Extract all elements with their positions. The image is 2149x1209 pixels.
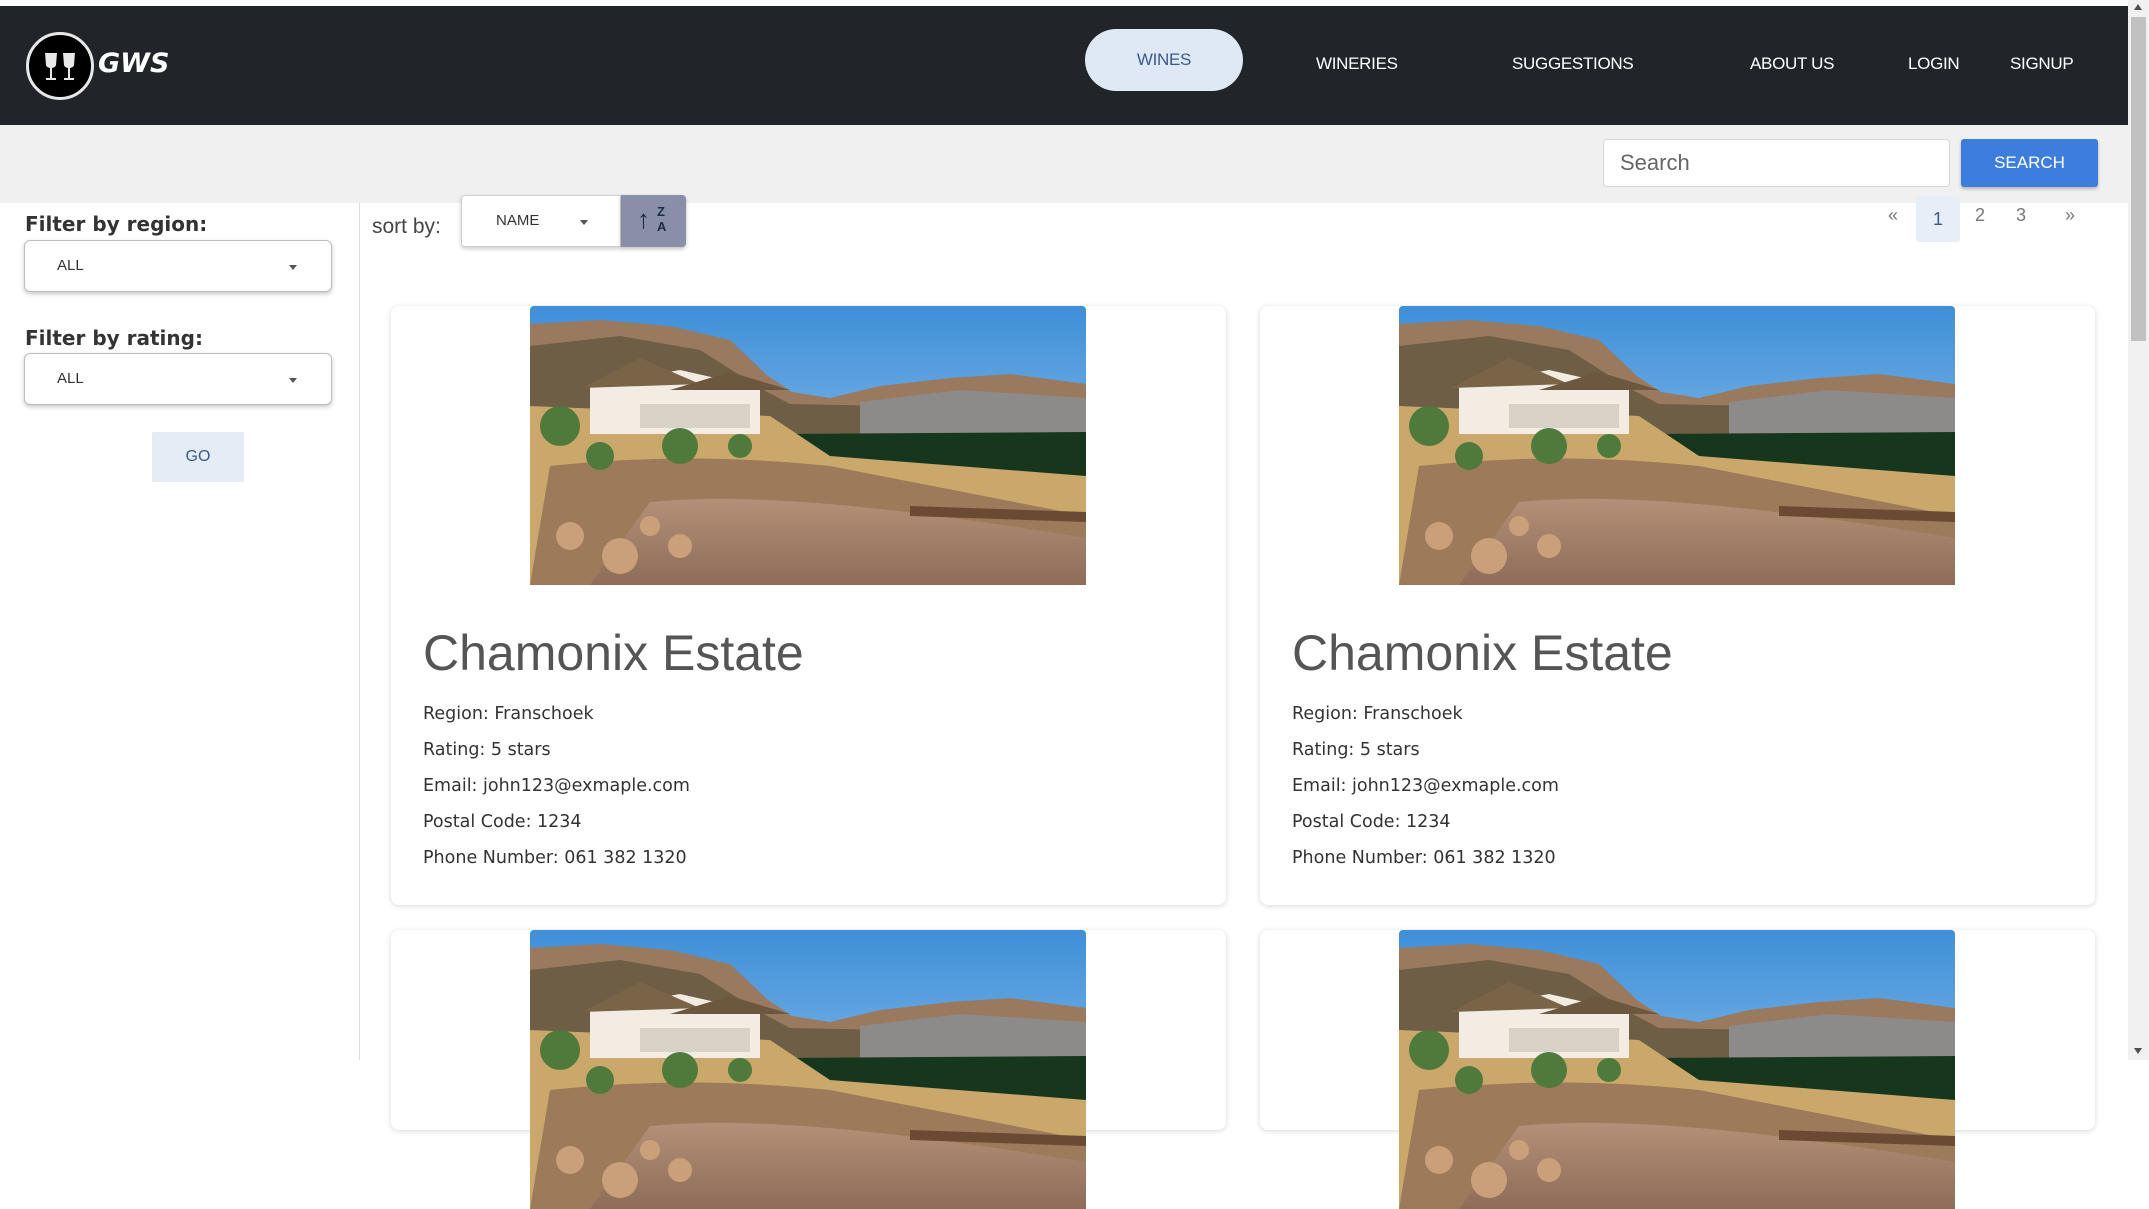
sort-az-icon: ZA (657, 204, 667, 234)
winery-rating: Rating: 5 stars (1292, 740, 1420, 760)
sidebar-divider (359, 203, 360, 1060)
sort-label: sort by: (372, 215, 441, 238)
caret-down-icon (289, 265, 297, 270)
nav-suggestions[interactable]: SUGGESTIONS (1512, 54, 1634, 74)
wine-glasses-icon (45, 53, 75, 80)
winery-rating: Rating: 5 stars (423, 740, 551, 760)
pagination-next[interactable]: » (2065, 205, 2075, 226)
search-input[interactable] (1603, 139, 1950, 187)
winery-postal-code: Postal Code: 1234 (423, 812, 582, 832)
winery-card[interactable]: Chamonix Estate Region: Franschoek Ratin… (391, 306, 1226, 905)
scroll-up-icon[interactable] (2134, 4, 2142, 10)
winery-photo (1399, 930, 1955, 1209)
winery-photo (1399, 306, 1955, 585)
rating-filter-label: Filter by rating: (25, 326, 203, 350)
sort-arrow-up-icon: ↑ (637, 204, 650, 234)
go-button[interactable]: GO (152, 432, 244, 482)
pagination-page-1[interactable]: 1 (1916, 196, 1960, 242)
winery-name: Chamonix Estate (423, 625, 804, 681)
nav-signup[interactable]: SIGNUP (2010, 54, 2074, 74)
winery-email: Email: john123@exmaple.com (1292, 776, 1559, 796)
pagination-prev[interactable]: « (1888, 205, 1898, 226)
search-button[interactable]: SEARCH (1961, 139, 2098, 187)
winery-name: Chamonix Estate (1292, 625, 1673, 681)
nav-wines[interactable]: WINES (1085, 29, 1243, 91)
rating-select-value: ALL (57, 370, 84, 387)
region-filter-label: Filter by region: (25, 212, 208, 236)
winery-region: Region: Franschoek (423, 704, 594, 724)
rating-select[interactable]: ALL (24, 353, 332, 405)
nav-login[interactable]: LOGIN (1908, 54, 1960, 74)
winery-card[interactable] (391, 930, 1226, 1130)
region-select[interactable]: ALL (24, 240, 332, 292)
winery-phone: Phone Number: 061 382 1320 (1292, 848, 1556, 868)
winery-email: Email: john123@exmaple.com (423, 776, 690, 796)
pagination-page-2[interactable]: 2 (1975, 205, 1985, 226)
winery-postal-code: Postal Code: 1234 (1292, 812, 1451, 832)
scrollbar-thumb[interactable] (2131, 17, 2146, 341)
scrollbar[interactable] (2128, 0, 2149, 1060)
caret-down-icon (580, 220, 588, 225)
winery-card[interactable] (1260, 930, 2095, 1130)
winery-photo (530, 930, 1086, 1209)
region-select-value: ALL (57, 257, 84, 274)
winery-phone: Phone Number: 061 382 1320 (423, 848, 687, 868)
logo[interactable] (26, 32, 94, 100)
sort-select[interactable]: NAME (461, 195, 621, 247)
scroll-down-icon[interactable] (2134, 1048, 2142, 1054)
nav-wineries[interactable]: WINERIES (1316, 54, 1398, 74)
winery-photo (530, 306, 1086, 585)
brand-name[interactable]: GWS (98, 48, 169, 79)
sort-select-value: NAME (496, 212, 540, 229)
nav-about-us[interactable]: ABOUT US (1750, 54, 1835, 74)
sort-direction-button[interactable]: ↑ ZA (621, 195, 686, 247)
pagination-page-3[interactable]: 3 (2016, 205, 2026, 226)
winery-card[interactable]: Chamonix Estate Region: Franschoek Ratin… (1260, 306, 2095, 905)
caret-down-icon (289, 378, 297, 383)
winery-region: Region: Franschoek (1292, 704, 1463, 724)
